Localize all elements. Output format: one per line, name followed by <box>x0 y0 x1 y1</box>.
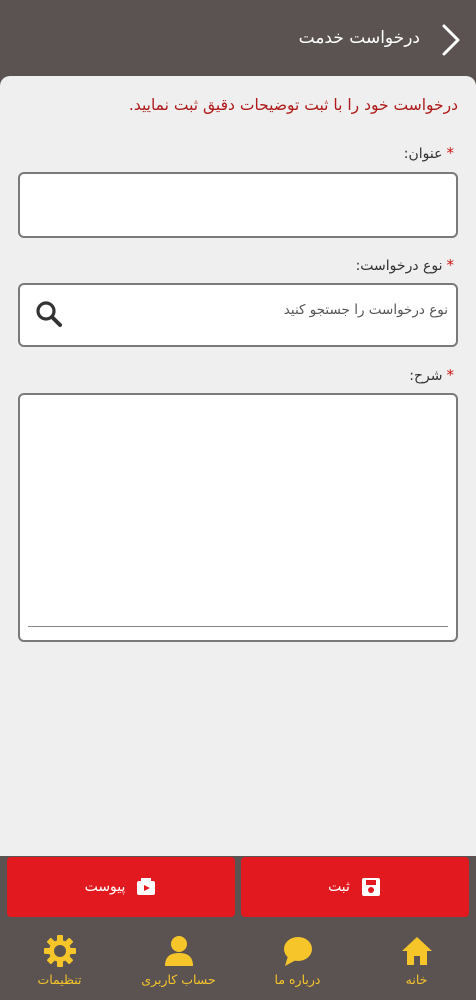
intro-text: درخواست خود را با ثبت توضیحات دقیق ثبت ن… <box>128 96 458 114</box>
nav-label-settings: تنظیمات <box>37 972 82 987</box>
title-label: *عنوان: <box>404 144 454 162</box>
submit-button[interactable]: ثبت <box>241 857 469 917</box>
required-mark: * <box>446 256 455 274</box>
title-label-text: عنوان: <box>403 146 443 162</box>
nav-label-home: خانه <box>405 972 428 987</box>
bottom-navbar: خانه درباره ما حساب کاربری تنظیمات <box>0 924 476 1000</box>
request-type-search[interactable]: نوع درخواست را جستجو کنید <box>18 283 458 347</box>
search-icon[interactable] <box>34 299 64 329</box>
nav-item-home[interactable]: خانه <box>357 924 476 1000</box>
nav-label-account: حساب کاربری <box>141 972 216 987</box>
description-label-text: شرح: <box>409 368 443 384</box>
form-container: درخواست خود را با ثبت توضیحات دقیق ثبت ن… <box>0 76 476 856</box>
type-label: *نوع درخواست: <box>356 256 454 274</box>
title-input[interactable] <box>18 172 458 238</box>
search-placeholder: نوع درخواست را جستجو کنید <box>283 302 448 318</box>
required-mark: * <box>446 366 455 384</box>
nav-label-about: درباره ما <box>274 972 321 987</box>
nav-item-settings[interactable]: تنظیمات <box>0 924 119 1000</box>
chevron-right-icon[interactable] <box>436 20 466 60</box>
nav-item-account[interactable]: حساب کاربری <box>119 924 238 1000</box>
submit-label: ثبت <box>328 879 350 895</box>
required-mark: * <box>446 144 455 162</box>
attach-label: پیوست <box>84 879 126 895</box>
attach-button[interactable]: پیوست <box>7 857 235 917</box>
home-icon <box>401 937 432 965</box>
type-label-text: نوع درخواست: <box>355 258 443 274</box>
textarea-underline <box>28 626 448 627</box>
page-title: درخواست خدمت <box>298 28 420 48</box>
user-icon <box>164 936 193 966</box>
app-header: درخواست خدمت <box>0 0 476 82</box>
description-textarea[interactable] <box>18 393 458 642</box>
nav-item-about[interactable]: درباره ما <box>238 924 357 1000</box>
description-label: *شرح: <box>409 366 454 384</box>
gear-icon <box>43 935 76 967</box>
save-icon <box>361 878 380 896</box>
chat-bubble-icon <box>283 937 312 966</box>
attachment-icon <box>137 878 156 895</box>
